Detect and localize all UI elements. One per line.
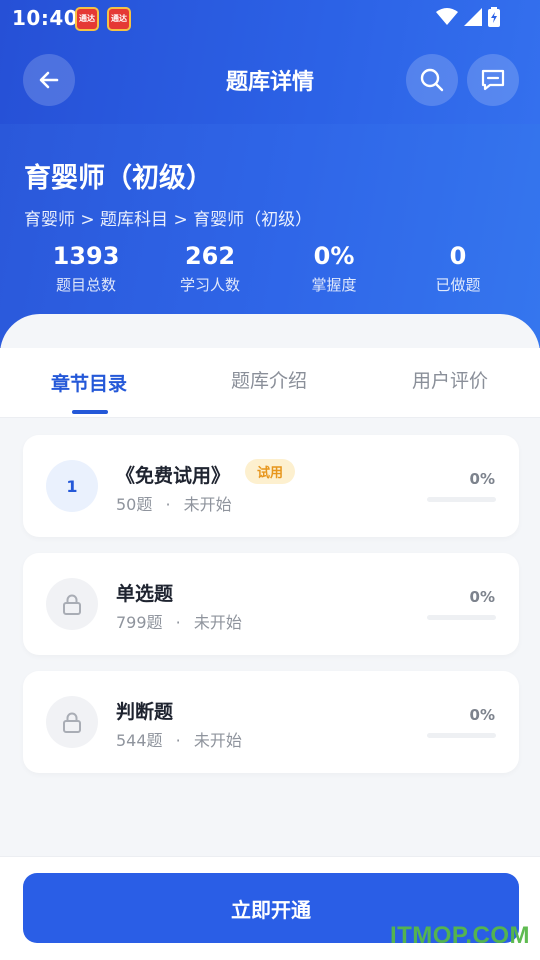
chapter-meta: 50题 · 未开始 bbox=[116, 491, 232, 515]
stat-learners: 262 学习人数 bbox=[148, 240, 272, 295]
separator: · bbox=[165, 495, 171, 514]
message-icon bbox=[481, 69, 505, 91]
search-button[interactable] bbox=[406, 54, 458, 106]
breadcrumb: 育婴师 > 题库科目 > 育婴师（初级） bbox=[24, 210, 313, 230]
stat-done: 0 已做题 bbox=[396, 240, 520, 295]
stat-value: 1393 bbox=[52, 242, 120, 270]
question-count: 50题 bbox=[116, 495, 153, 514]
stat-label: 学习人数 bbox=[179, 276, 240, 294]
message-button[interactable] bbox=[467, 54, 519, 106]
tab-active-indicator bbox=[72, 410, 108, 414]
course-title: 育婴师（初级） bbox=[24, 163, 213, 194]
stat-value: 262 bbox=[184, 242, 236, 270]
notification-app-icon: 通达 bbox=[107, 7, 131, 31]
stat-mastery: 0% 掌握度 bbox=[272, 240, 396, 295]
question-count: 799题 bbox=[116, 613, 163, 632]
progress-bar bbox=[427, 733, 496, 738]
notification-app-icon: 通达 bbox=[75, 7, 99, 31]
stat-label: 已做题 bbox=[435, 276, 481, 294]
chapter-lock bbox=[46, 578, 98, 630]
stat-label: 掌握度 bbox=[311, 276, 357, 294]
stat-value: 0 bbox=[449, 242, 467, 270]
status-bar: 10:40 通达 通达 bbox=[0, 0, 540, 36]
chapter-meta: 799题 · 未开始 bbox=[116, 609, 242, 633]
chapter-status: 未开始 bbox=[193, 731, 242, 750]
chapter-title: 《免费试用》 bbox=[116, 465, 231, 487]
question-count: 544题 bbox=[116, 731, 163, 750]
tab-chapters[interactable]: 章节目录 bbox=[51, 369, 127, 396]
stat-label: 题目总数 bbox=[55, 276, 116, 294]
chapter-percent: 0% bbox=[469, 706, 495, 724]
tab-introduction[interactable]: 题库介绍 bbox=[231, 366, 307, 393]
progress-bar bbox=[427, 615, 496, 620]
separator: · bbox=[175, 613, 181, 632]
chapter-status: 未开始 bbox=[193, 613, 242, 632]
tab-bar: 章节目录 题库介绍 用户评价 bbox=[0, 348, 540, 418]
chapter-percent: 0% bbox=[469, 470, 495, 488]
chapter-title: 单选题 bbox=[116, 583, 174, 605]
chapter-status: 未开始 bbox=[183, 495, 232, 514]
chapter-index: 1 bbox=[46, 460, 98, 512]
chapter-lock bbox=[46, 696, 98, 748]
battery-icon bbox=[488, 7, 500, 27]
chapter-card[interactable]: 1 《免费试用》 试用 50题 · 未开始 0% bbox=[23, 435, 519, 537]
stat-total-questions: 1393 题目总数 bbox=[24, 240, 148, 295]
signal-icon bbox=[464, 8, 482, 26]
watermark: ITMOP.COM bbox=[389, 922, 530, 949]
chapter-title: 判断题 bbox=[116, 701, 174, 723]
stats-row: 1393 题目总数 262 学习人数 0% 掌握度 0 已做题 bbox=[24, 240, 520, 295]
lock-icon bbox=[63, 712, 81, 733]
status-time: 10:40 bbox=[12, 6, 79, 30]
trial-badge: 试用 bbox=[245, 459, 296, 484]
chapter-card[interactable]: 单选题 799题 · 未开始 0% bbox=[23, 553, 519, 655]
stat-value: 0% bbox=[313, 242, 355, 270]
page-title: 题库详情 bbox=[225, 70, 314, 95]
wifi-icon bbox=[436, 8, 458, 25]
tab-reviews[interactable]: 用户评价 bbox=[412, 366, 488, 393]
lock-icon bbox=[63, 594, 81, 615]
chapter-card[interactable]: 判断题 544题 · 未开始 0% bbox=[23, 671, 519, 773]
chapter-meta: 544题 · 未开始 bbox=[116, 727, 242, 751]
progress-bar bbox=[427, 497, 496, 502]
separator: · bbox=[175, 731, 181, 750]
search-icon bbox=[420, 68, 444, 92]
chapter-percent: 0% bbox=[469, 588, 495, 606]
